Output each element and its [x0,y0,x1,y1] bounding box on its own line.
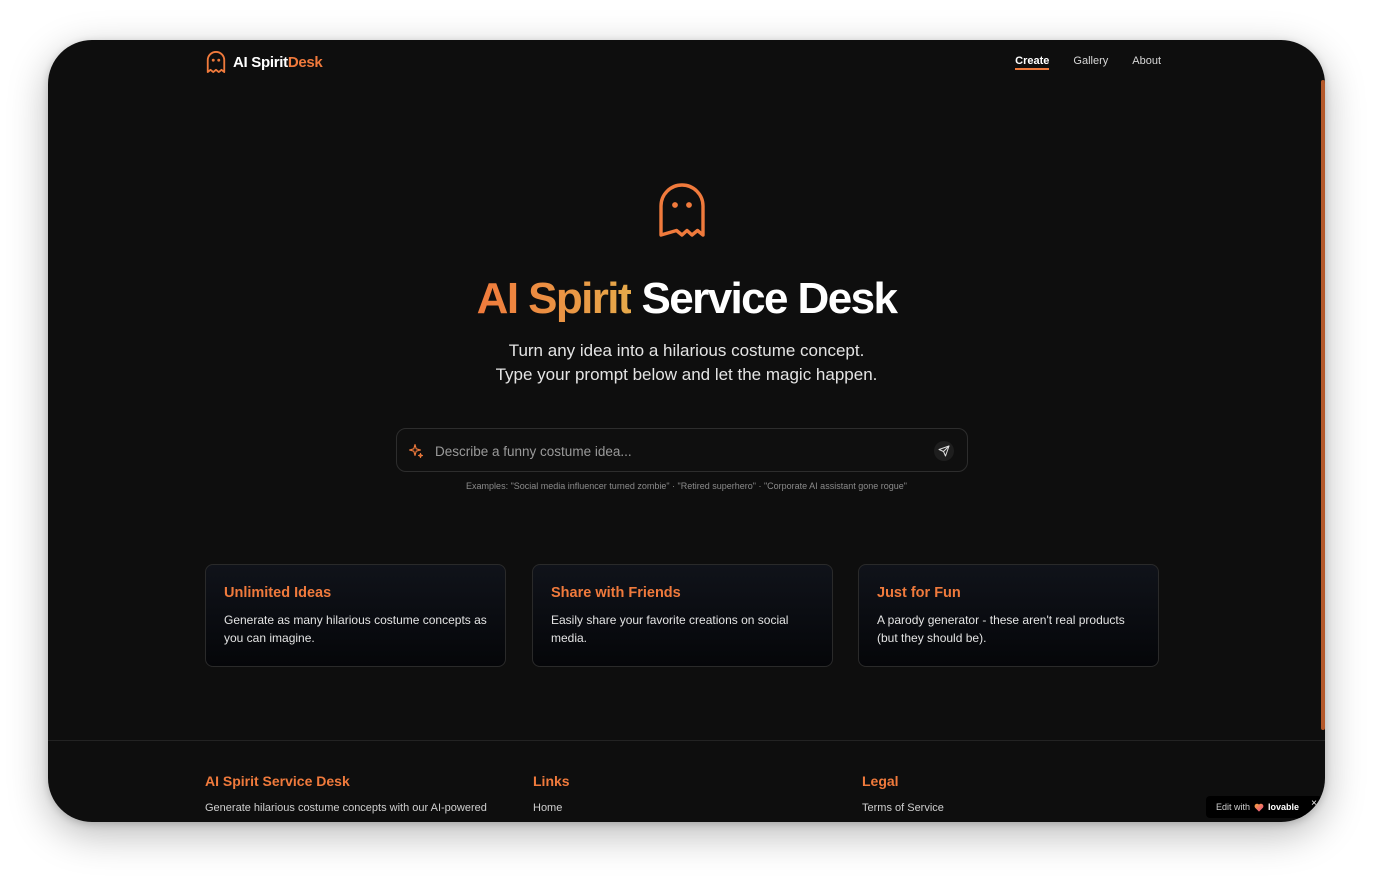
hero-title-rest: Service Desk [641,274,898,323]
prompt-input[interactable] [433,439,917,463]
heart-icon [1254,803,1264,812]
badge-brand: lovable [1268,802,1300,812]
footer-about-title: AI Spirit Service Desk [205,773,350,789]
brand-name: AI SpiritDesk [233,53,323,71]
footer-link-home[interactable]: Home [533,802,570,814]
sparkles-icon [408,443,424,459]
feature-card-title: Unlimited Ideas [224,585,332,601]
badge-prefix: Edit with [1216,802,1251,812]
send-button[interactable] [934,441,954,461]
feature-card-just-for-fun: Just for Fun A parody generator - these … [858,564,1159,667]
browser-viewport: AI SpiritDesk Create Gallery About AI Sp… [48,40,1325,822]
feature-card-body: Easily share your favorite creations on … [551,613,789,645]
feature-card-body: Generate as many hilarious costume conce… [224,613,487,645]
feature-card-unlimited-ideas: Unlimited Ideas Generate as many hilario… [205,564,506,667]
footer-about: AI Spirit Service Desk Generate hilariou… [205,773,487,814]
hero-title: AI Spirit Service Desk [48,274,1325,324]
nav-about[interactable]: About [1132,55,1161,70]
feature-card-title: Share with Friends [551,585,681,601]
feature-card-share: Share with Friends Easily share your fav… [532,564,833,667]
footer-about-text: Generate hilarious costume concepts with… [205,802,487,814]
prompt-examples: Examples: "Social media influencer turne… [466,481,907,491]
feature-card-title: Just for Fun [877,585,961,601]
brand-name-main: AI Spirit [233,53,288,71]
scrollbar[interactable] [1321,80,1325,730]
footer-links: Links Home [533,773,570,814]
brand-logo[interactable]: AI SpiritDesk [205,50,323,74]
ghost-icon [659,183,705,237]
nav-create[interactable]: Create [1015,55,1050,70]
hero-title-accent: AI Spirit [476,274,633,323]
prompt-box [396,428,968,472]
top-nav: Create Gallery About [1015,55,1161,70]
hero-subtitle-line1: Turn any idea into a hilarious costume c… [508,341,865,360]
footer-links-title: Links [533,773,570,789]
footer-legal: Legal Terms of Service [862,773,944,814]
nav-gallery[interactable]: Gallery [1073,55,1108,70]
edit-with-lovable-badge[interactable]: Edit with lovable × [1206,796,1322,818]
close-icon[interactable]: × [1311,798,1317,809]
footer-divider [48,740,1325,741]
footer-legal-title: Legal [862,773,899,789]
feature-card-body: A parody generator - these aren't real p… [877,613,1125,645]
hero-subtitle-line2: Type your prompt below and let the magic… [495,365,878,384]
ghost-icon [206,51,226,74]
footer-link-terms[interactable]: Terms of Service [862,802,944,814]
brand-name-accent: Desk [287,53,323,71]
send-icon [938,445,950,457]
